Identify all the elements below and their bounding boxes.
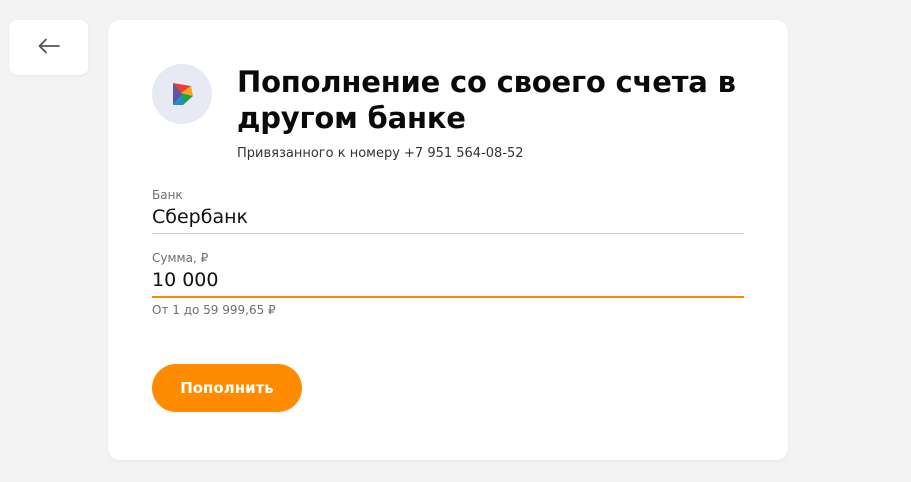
top-up-card: Пополнение со своего счета в другом банк… <box>108 20 788 460</box>
amount-input[interactable] <box>152 268 744 298</box>
bank-field[interactable]: Банк <box>152 187 744 234</box>
page-title: Пополнение со своего счета в другом банк… <box>237 65 736 135</box>
amount-field[interactable]: Сумма, ₽ От 1 до 59 999,65 ₽ <box>152 250 744 318</box>
bank-input[interactable] <box>152 205 744 234</box>
arrow-left-icon <box>38 38 60 58</box>
sbp-logo-icon <box>152 64 212 124</box>
page-subtitle: Привязанного к номеру +7 951 564-08-52 <box>237 146 524 161</box>
amount-hint: От 1 до 59 999,65 ₽ <box>152 303 276 317</box>
bank-label: Банк <box>152 188 183 202</box>
top-up-button[interactable]: Пополнить <box>152 364 302 412</box>
back-button[interactable] <box>9 20 88 75</box>
amount-label: Сумма, ₽ <box>152 251 209 265</box>
